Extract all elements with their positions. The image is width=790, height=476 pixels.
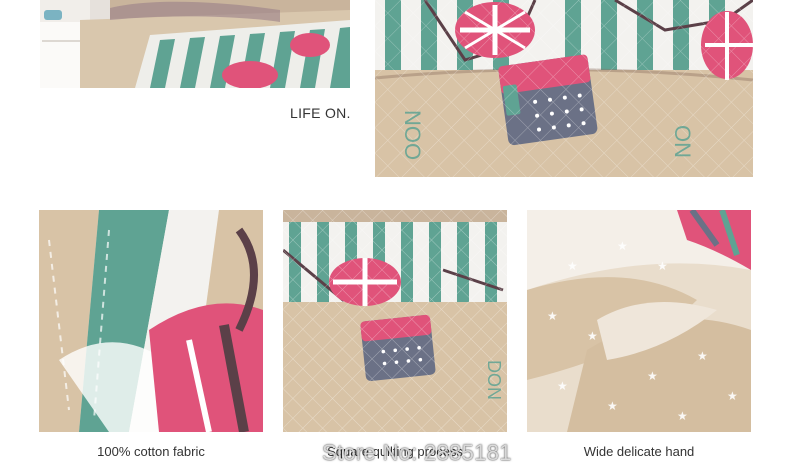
delicate-hand-photo: ★ ★ ★ ★ ★ ★ ★ ★ ★ ★ ★ xyxy=(527,210,751,432)
quilt-detail-photo: NOO ON xyxy=(375,0,753,177)
svg-text:★: ★ xyxy=(677,409,688,423)
quilting-process-photo: DON xyxy=(283,210,507,432)
svg-text:★: ★ xyxy=(607,399,618,413)
svg-text:★: ★ xyxy=(587,329,598,343)
svg-text:★: ★ xyxy=(557,379,568,393)
bedroom-photo xyxy=(40,0,350,88)
caption-cotton-fabric: 100% cotton fabric xyxy=(97,444,205,459)
svg-text:★: ★ xyxy=(567,259,578,273)
svg-text:ON: ON xyxy=(670,125,695,158)
caption-delicate-hand: Wide delicate hand xyxy=(583,444,695,459)
tagline-text: LIFE ON. xyxy=(290,105,351,121)
svg-text:★: ★ xyxy=(617,239,628,253)
svg-text:★: ★ xyxy=(647,369,658,383)
svg-text:DON: DON xyxy=(484,360,504,400)
svg-text:★: ★ xyxy=(727,389,738,403)
svg-text:NOO: NOO xyxy=(400,110,425,160)
store-watermark: Store No: 2885181 xyxy=(322,440,512,465)
cotton-fabric-photo xyxy=(39,210,263,432)
svg-text:★: ★ xyxy=(657,259,668,273)
svg-text:★: ★ xyxy=(547,309,558,323)
svg-text:★: ★ xyxy=(697,349,708,363)
